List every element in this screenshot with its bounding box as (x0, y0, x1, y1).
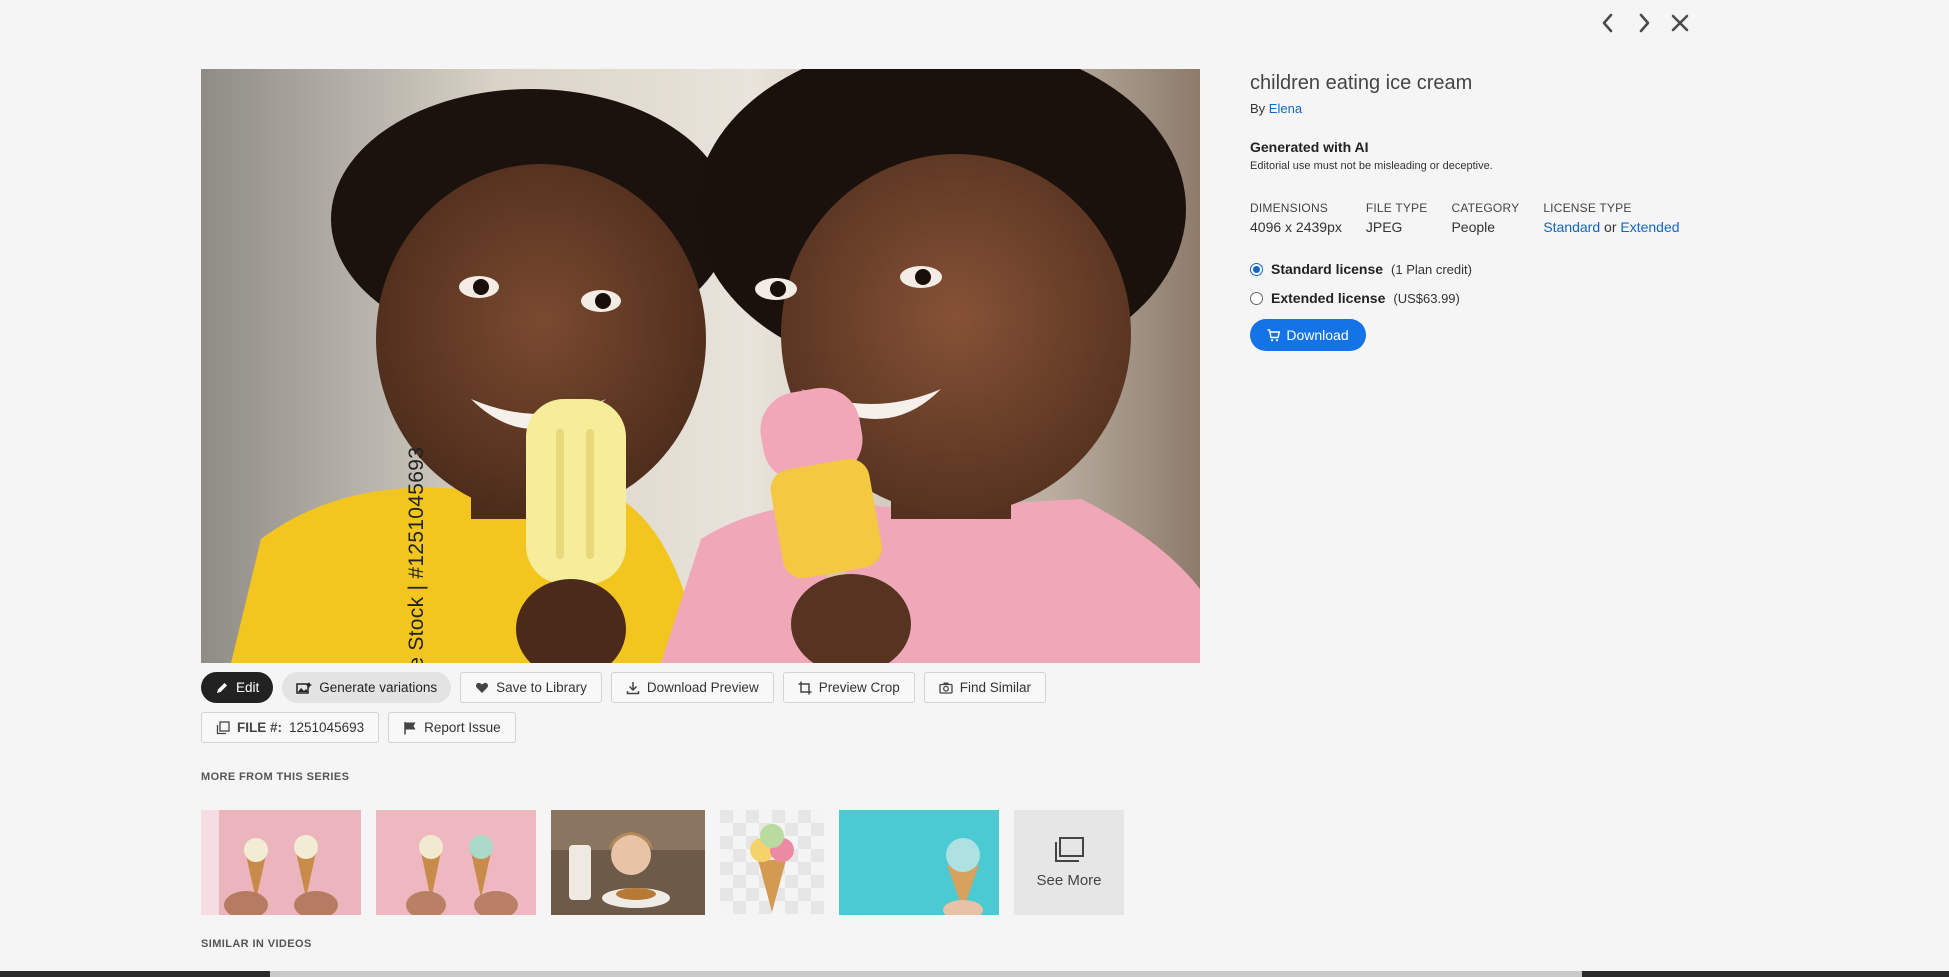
see-more-button[interactable]: See More (1014, 810, 1124, 915)
previous-asset-button[interactable] (1598, 10, 1618, 36)
thumbnail-image (551, 810, 705, 915)
save-to-library-button[interactable]: Save to Library (460, 672, 602, 703)
generate-variations-label: Generate variations (319, 680, 438, 695)
stack-icon (1055, 837, 1084, 862)
file-type-label: FILE TYPE (1365, 201, 1428, 215)
author-byline: By Elena (1250, 101, 1770, 116)
find-similar-label: Find Similar (959, 680, 1031, 695)
thumbnail-image (376, 810, 536, 915)
crop-icon (798, 681, 812, 694)
license-type-label: LICENSE TYPE (1543, 201, 1632, 215)
video-strip-track (270, 971, 1582, 977)
asset-metadata: DIMENSIONS 4096 x 2439px FILE TYPE JPEG … (1250, 201, 1770, 235)
thumbnail-image (201, 810, 361, 915)
close-icon (1671, 14, 1689, 32)
extended-license-name: Extended license (1271, 290, 1386, 306)
file-number-label: FILE #: (237, 720, 283, 735)
series-thumbnail[interactable] (201, 810, 361, 915)
thumbnail-image (839, 810, 999, 915)
download-button[interactable]: Download (1250, 319, 1366, 351)
similar-in-videos-heading: SIMILAR IN VIDEOS (201, 938, 312, 950)
generate-variations-button[interactable]: Generate variations (282, 672, 452, 703)
standard-license-link[interactable]: Standard (1543, 219, 1600, 235)
preview-crop-label: Preview Crop (818, 680, 900, 695)
dimensions-value: 4096 x 2439px (1250, 219, 1342, 235)
preview-crop-button[interactable]: Preview Crop (782, 672, 915, 703)
asset-secondary-actions: FILE #: 1251045693 Report Issue (201, 712, 516, 743)
download-label: Download (1286, 327, 1349, 343)
series-thumbnail[interactable] (839, 810, 999, 915)
chevron-right-icon (1639, 13, 1650, 33)
camera-icon (939, 682, 953, 694)
asset-title: children eating ice cream (1250, 72, 1473, 94)
license-or-text: or (1604, 219, 1617, 235)
photo-children-ice-cream (201, 69, 1200, 663)
standard-license-price: (1 Plan credit) (1391, 261, 1472, 277)
generated-with-ai-heading: Generated with AI (1250, 139, 1369, 155)
extended-license-price: (US$63.99) (1393, 290, 1460, 306)
dimensions-field: DIMENSIONS 4096 x 2439px (1250, 201, 1342, 235)
report-issue-label: Report Issue (424, 720, 501, 735)
standard-license-radio[interactable] (1250, 262, 1263, 276)
dimensions-label: DIMENSIONS (1250, 201, 1329, 215)
standard-license-option[interactable]: Standard license (1 Plan credit) (1250, 261, 1770, 277)
next-asset-button[interactable] (1634, 10, 1654, 36)
asset-info-panel: children eating ice cream By Elena Gener… (1250, 72, 1770, 351)
category-label: CATEGORY (1451, 201, 1520, 215)
series-thumbnail[interactable] (376, 810, 536, 915)
cart-icon (1267, 328, 1281, 341)
author-link[interactable]: Elena (1269, 101, 1302, 116)
chevron-left-icon (1602, 13, 1613, 33)
edit-label: Edit (236, 680, 260, 695)
file-number-button[interactable]: FILE #: 1251045693 (201, 712, 380, 743)
download-preview-button[interactable]: Download Preview (610, 672, 774, 703)
close-button[interactable] (1670, 10, 1690, 36)
category-link[interactable]: People (1451, 219, 1519, 235)
stock-id-watermark: Adobe Stock | #1251045693 (405, 446, 428, 663)
license-type-value: Standard or Extended (1543, 219, 1679, 235)
file-type-value: JPEG (1365, 219, 1403, 235)
more-from-series-heading: MORE FROM THIS SERIES (201, 771, 350, 783)
extended-license-option[interactable]: Extended license (US$63.99) (1250, 290, 1770, 306)
download-icon (626, 681, 640, 694)
license-type-field: LICENSE TYPE Standard or Extended (1543, 201, 1679, 235)
thumbnail-image (720, 810, 824, 915)
copy-icon (216, 720, 230, 734)
standard-license-name: Standard license (1271, 261, 1384, 277)
license-options: Standard license (1 Plan credit) Extende… (1250, 261, 1770, 306)
series-thumbnail[interactable] (551, 810, 705, 915)
video-strip-edge (0, 971, 1949, 977)
edit-button[interactable]: Edit (201, 672, 274, 703)
file-type-field: FILE TYPE JPEG (1366, 201, 1428, 235)
find-similar-button[interactable]: Find Similar (923, 672, 1046, 703)
generated-with-ai-note: Editorial use must not be misleading or … (1250, 160, 1493, 172)
lightbox-nav (1598, 10, 1690, 36)
generate-variations-icon (296, 681, 313, 694)
report-issue-button[interactable]: Report Issue (388, 712, 516, 743)
flag-icon (404, 721, 416, 734)
file-number-value: 1251045693 (289, 720, 365, 735)
extended-license-link[interactable]: Extended (1620, 219, 1679, 235)
series-thumbnails: See More (201, 810, 1124, 915)
by-prefix: By (1250, 101, 1266, 116)
category-field: CATEGORY People (1451, 201, 1519, 235)
pencil-icon (217, 682, 227, 693)
asset-actions: Edit Generate variations Save to Library… (201, 672, 1046, 703)
download-preview-label: Download Preview (646, 680, 759, 695)
heart-icon (476, 682, 489, 693)
see-more-label: See More (1036, 872, 1102, 889)
series-thumbnail[interactable] (720, 810, 824, 915)
asset-preview-image: Adobe Stock | #1251045693 (201, 69, 1200, 663)
save-to-library-label: Save to Library (496, 680, 587, 695)
extended-license-radio[interactable] (1250, 291, 1263, 305)
